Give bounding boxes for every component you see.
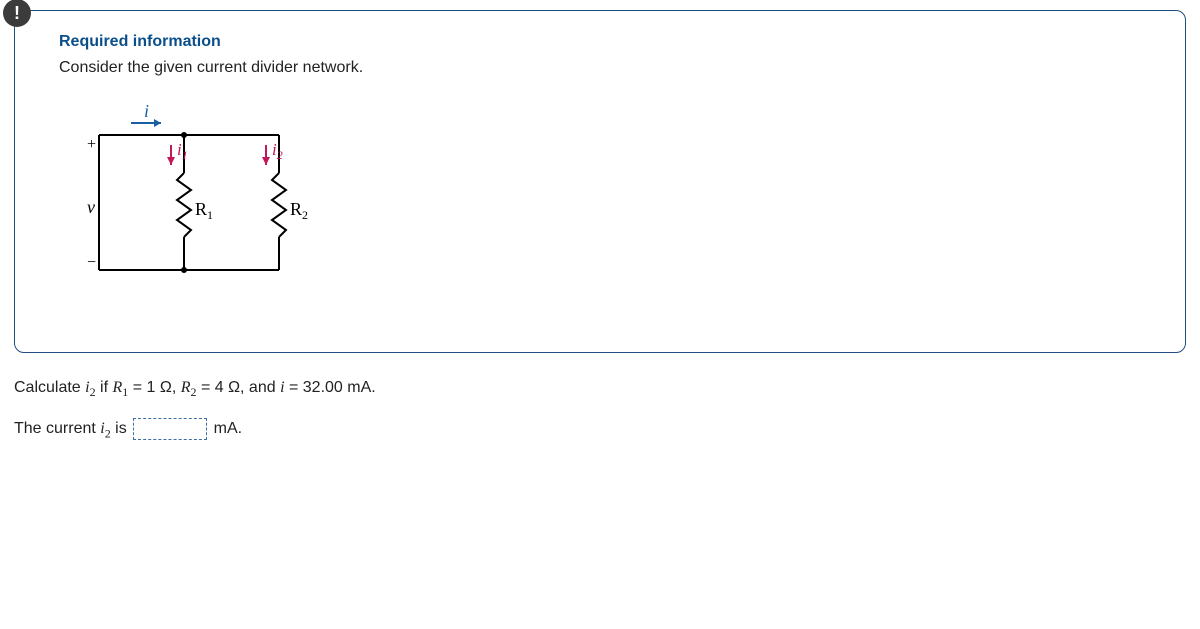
info-card: ! Required information Consider the give… (14, 10, 1186, 353)
answer-input[interactable] (133, 418, 207, 440)
label-i1: i1 (177, 140, 188, 162)
label-v: v (87, 197, 95, 217)
answer-line: The current i2 is mA. (14, 418, 1186, 441)
label-minus: − (87, 254, 96, 271)
circuit-diagram: i + v − i1 R1 (69, 95, 1151, 310)
answer-unit: mA. (214, 420, 242, 437)
alert-icon: ! (3, 0, 31, 27)
label-i: i (144, 101, 149, 121)
label-R2: R2 (290, 199, 308, 222)
intro-text: Consider the given current divider netwo… (59, 59, 1151, 77)
question-text: Calculate i2 if R1 = 1 Ω, R2 = 4 Ω, and … (14, 379, 1186, 400)
label-R1: R1 (195, 199, 213, 222)
label-i2: i2 (272, 140, 283, 162)
label-plus: + (87, 136, 96, 153)
heading-required-info: Required information (59, 33, 1151, 51)
